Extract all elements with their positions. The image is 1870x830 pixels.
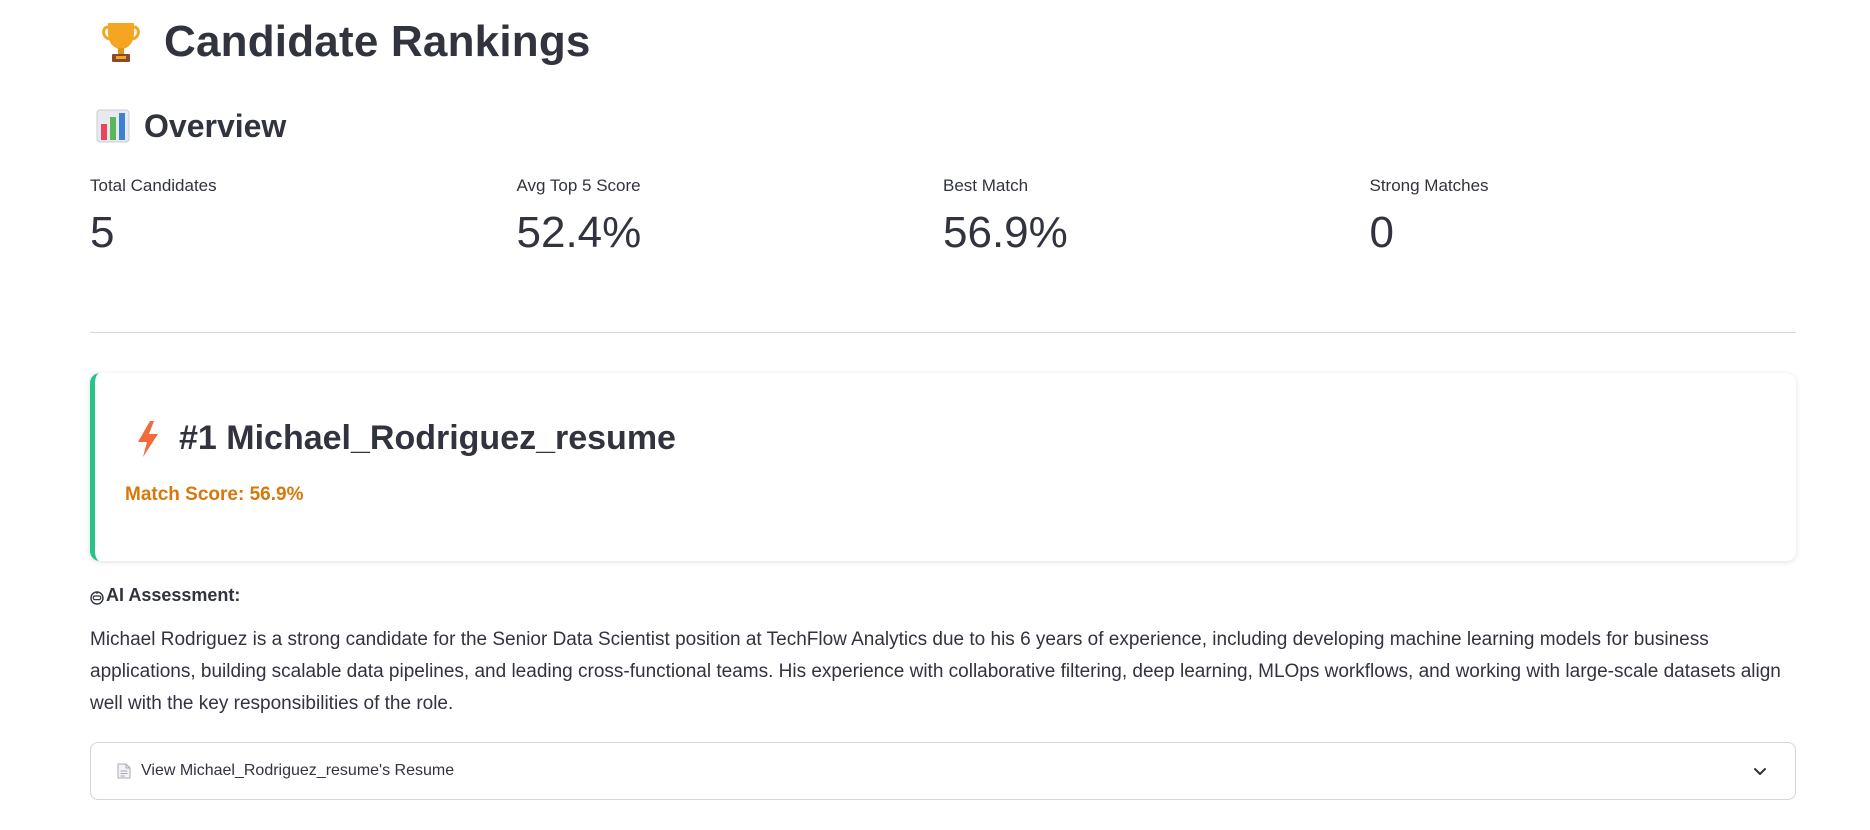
match-score: Match Score: 56.9%	[125, 484, 304, 505]
metric-value: 5	[90, 208, 115, 257]
metric-value: 56.9%	[943, 208, 1068, 257]
metric-avg-top5-score: Avg Top 5 Score 52.4%	[517, 174, 944, 270]
bar-chart-icon	[96, 108, 130, 144]
metric-label: Strong Matches	[1369, 176, 1489, 195]
chevron-down-icon[interactable]	[1751, 762, 1769, 780]
metric-total-candidates: Total Candidates 5	[90, 174, 517, 270]
candidate-title: #1 Michael_Rodriguez_resume	[179, 419, 676, 457]
metric-value: 52.4%	[516, 208, 642, 257]
robot-icon	[90, 589, 104, 605]
main-content: Candidate Rankings Overview Total Candid…	[90, 0, 1796, 800]
metric-label: Total Candidates	[90, 176, 217, 195]
expander-label: View Michael_Rodriguez_resume's Resume	[141, 762, 455, 779]
metric-label: Best Match	[943, 176, 1029, 195]
metric-strong-matches: Strong Matches 0	[1370, 174, 1797, 270]
assessment-header: AI Assessment:	[90, 585, 1796, 606]
page: Candidate Rankings Overview Total Candid…	[0, 0, 1870, 830]
trophy-icon	[100, 19, 142, 65]
metric-label: Avg Top 5 Score	[516, 176, 641, 195]
candidate-card: #1 Michael_Rodriguez_resume Match Score:…	[90, 373, 1796, 561]
resume-expander[interactable]: View Michael_Rodriguez_resume's Resume	[90, 742, 1796, 800]
overview-header: Overview	[90, 84, 1796, 168]
document-icon	[117, 763, 131, 779]
overview-title: Overview	[144, 107, 287, 144]
divider	[90, 332, 1796, 333]
metrics-row: Total Candidates 5 Avg Top 5 Score 52.4%…	[90, 174, 1796, 270]
metric-value: 0	[1369, 208, 1394, 257]
assessment-heading: AI Assessment:	[106, 585, 241, 605]
lightning-icon	[135, 420, 161, 458]
assessment-text: Michael Rodriguez is a strong candidate …	[90, 629, 1781, 714]
page-title: Candidate Rankings	[164, 17, 591, 66]
metric-best-match: Best Match 56.9%	[943, 174, 1370, 270]
candidate-header: #1 Michael_Rodriguez_resume	[135, 419, 676, 458]
page-header: Candidate Rankings	[90, 0, 1796, 84]
